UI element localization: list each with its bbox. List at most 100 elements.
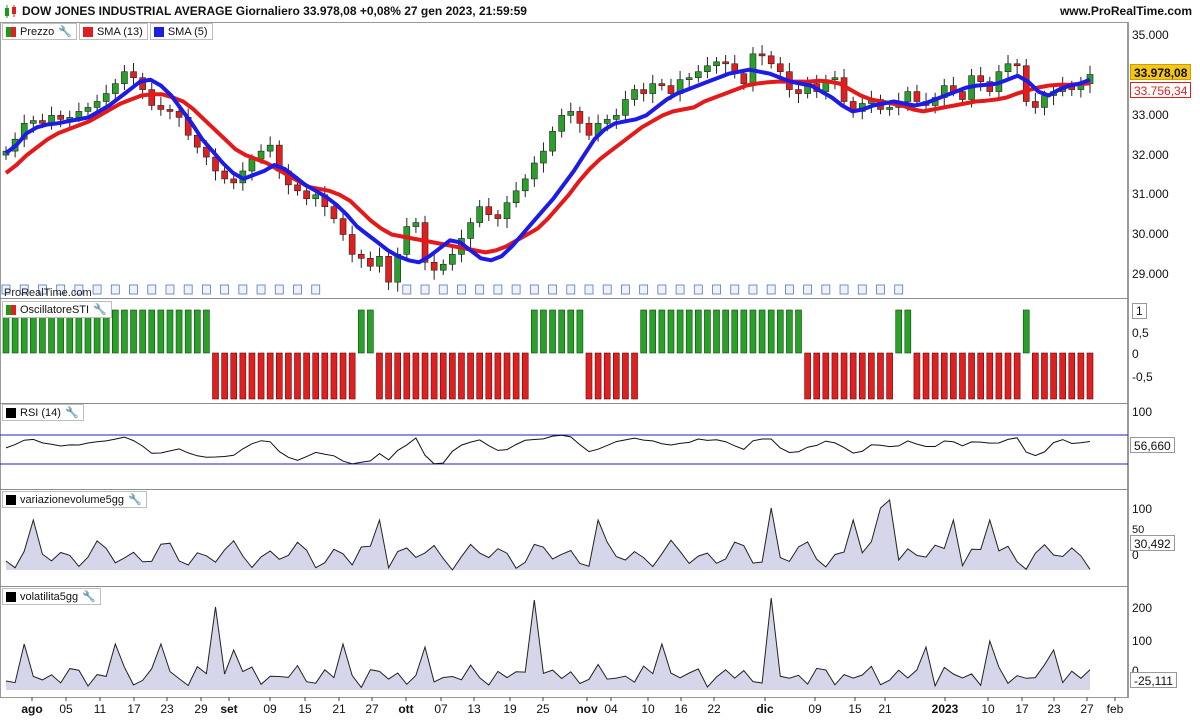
candle-body <box>558 115 565 132</box>
volvar-tick: 100 <box>1132 502 1153 516</box>
osc-bar <box>357 309 365 354</box>
candle-body <box>403 226 411 255</box>
volvar-area-fill <box>6 500 1090 570</box>
candle-body <box>112 83 119 94</box>
osc-bar <box>184 309 192 354</box>
sma13-swatch-icon <box>82 26 93 37</box>
news-icon <box>839 284 849 295</box>
osc-bar <box>585 352 593 400</box>
candle-body <box>713 61 720 67</box>
wrench-icon[interactable]: 🔧 <box>128 493 142 506</box>
osc-bar <box>986 352 994 400</box>
osc-bar <box>913 352 921 400</box>
candle-body <box>102 93 110 102</box>
legend-sma5[interactable]: SMA (5) <box>149 23 213 40</box>
news-icon <box>766 284 776 295</box>
candle-body <box>667 85 675 94</box>
osc-bar <box>1022 309 1030 354</box>
news-icon <box>147 284 157 295</box>
osc-bar <box>950 352 957 400</box>
osc-bar <box>1068 352 1076 400</box>
news-icon <box>548 284 557 295</box>
candle-body <box>913 91 921 102</box>
sma5-line <box>4 67 1091 265</box>
rsi-line <box>5 434 1091 465</box>
volvar-value-tag: 30,492 <box>1130 535 1175 551</box>
news-icon <box>693 284 703 295</box>
legend-sma13[interactable]: SMA (13) <box>78 23 148 40</box>
osc-bar <box>758 309 766 354</box>
osc-bar <box>858 352 866 400</box>
candle-body <box>631 89 638 100</box>
wrench-icon[interactable]: 🔧 <box>58 25 72 38</box>
news-icon <box>438 284 448 295</box>
candle-body <box>257 150 265 160</box>
y-tick: 32.000 <box>1132 148 1169 162</box>
wrench-icon[interactable]: 🔧 <box>93 303 107 316</box>
x-tick-label: feb <box>1106 702 1124 716</box>
osc-bar <box>376 352 383 400</box>
rsi-tick: 100 <box>1132 405 1153 419</box>
rsi-value-tag: 56,660 <box>1130 437 1175 453</box>
candle-body <box>303 190 310 200</box>
osc-bar <box>175 309 183 354</box>
osc-bar <box>330 352 338 400</box>
osc-bar <box>649 309 657 354</box>
rsi-legend[interactable]: RSI (14) 🔧 <box>2 404 86 421</box>
x-tick-label: 10 <box>981 702 995 716</box>
candle-body <box>959 91 966 100</box>
candle-body <box>339 218 347 235</box>
osc-bar <box>558 309 565 354</box>
volvar-legend[interactable]: variazionevolume5gg 🔧 <box>2 491 149 508</box>
osc-bar <box>403 352 411 400</box>
osc-swatch-icon <box>6 304 16 315</box>
candle-body <box>549 130 556 152</box>
news-icon <box>894 284 904 295</box>
volat-legend[interactable]: volatilita5gg 🔧 <box>2 588 103 605</box>
osc-bar <box>931 352 939 400</box>
legend-sma5-label: SMA (5) <box>167 25 208 38</box>
volat-tick: 100 <box>1132 634 1153 648</box>
osc-bar <box>503 352 511 400</box>
osc-tick: 1 <box>1132 303 1147 319</box>
osc-bar <box>749 309 757 354</box>
legend-price-label: Prezzo <box>20 25 55 38</box>
candle-body <box>130 71 137 78</box>
osc-bar <box>348 352 356 400</box>
osc-bar <box>1086 352 1094 400</box>
osc-bar <box>886 352 893 400</box>
chart-canvas[interactable] <box>0 0 1200 720</box>
legend-price[interactable]: Prezzo 🔧 <box>2 23 77 40</box>
news-icon <box>220 284 230 295</box>
osc-bar <box>977 352 984 400</box>
news-icon <box>876 284 885 295</box>
osc-bar <box>121 309 128 354</box>
news-icon <box>457 284 466 295</box>
candle-body <box>439 263 447 271</box>
wrench-icon[interactable]: 🔧 <box>65 406 79 419</box>
watermark: ProRealTime.com <box>4 287 92 299</box>
last-price-tag: 33.978,08 <box>1130 64 1192 80</box>
osc-bar <box>449 352 456 400</box>
candle-body <box>603 119 611 124</box>
osc-bar <box>594 352 602 400</box>
x-tick-label: 16 <box>674 702 688 716</box>
wrench-icon[interactable]: 🔧 <box>82 590 96 603</box>
osc-bar <box>321 352 329 400</box>
osc-legend[interactable]: OscillatoreSTI 🔧 <box>2 301 114 318</box>
osc-bar <box>248 352 256 400</box>
osc-bar <box>840 352 848 400</box>
candle-body <box>886 107 893 110</box>
rsi-label: RSI (14) <box>20 406 61 419</box>
sma5-swatch-icon <box>153 26 164 37</box>
osc-bar <box>695 309 702 354</box>
osc-bar <box>421 352 429 400</box>
candle-body <box>640 89 647 94</box>
volvar-swatch-icon <box>6 494 16 505</box>
candle-body <box>567 111 575 116</box>
x-tick-label: 27 <box>1080 702 1094 716</box>
news-icon <box>602 284 612 295</box>
osc-bar <box>722 309 729 354</box>
price-legend: Prezzo 🔧 SMA (13) SMA (5) <box>2 23 215 40</box>
candle-body <box>166 109 174 112</box>
